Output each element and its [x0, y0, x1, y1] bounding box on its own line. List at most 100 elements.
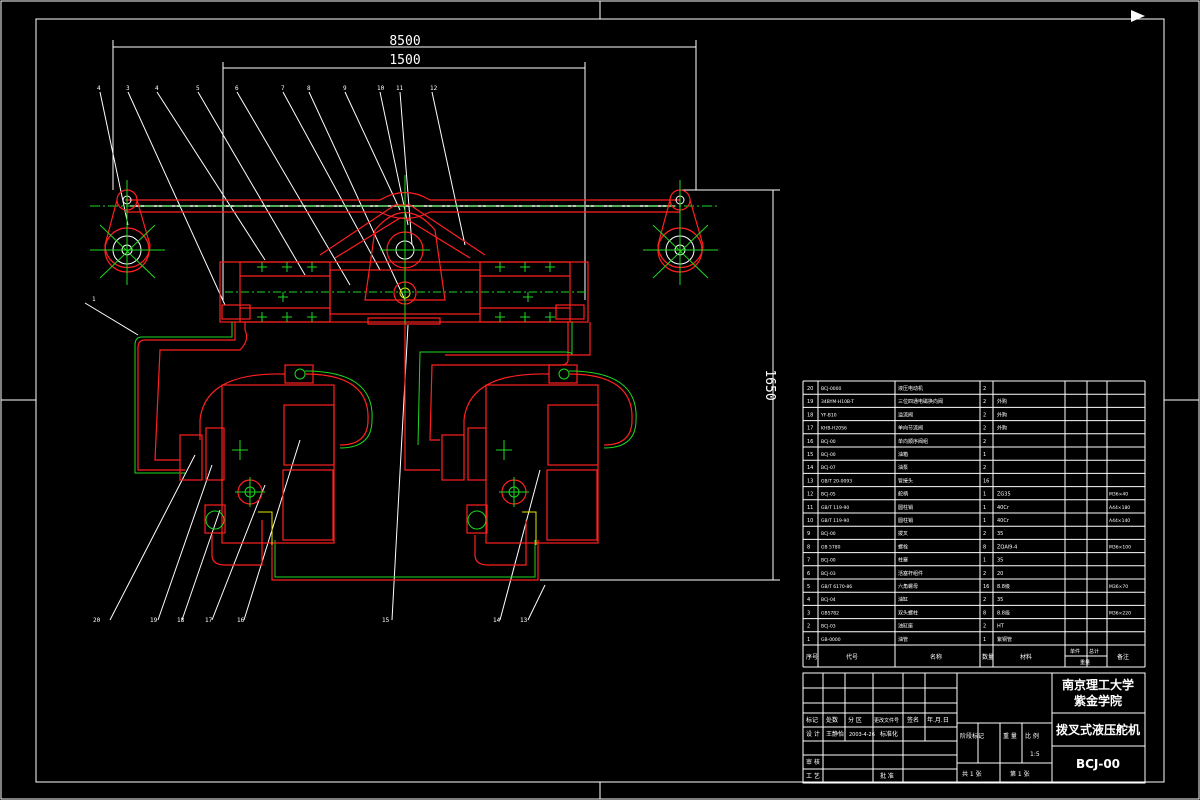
bom-row-name: 油缸座 — [898, 623, 913, 630]
row-label-date: 年.月.日 — [927, 716, 949, 724]
standardization-label: 标准化 — [880, 730, 898, 738]
bom-row-name: 油管 — [898, 636, 908, 643]
bom-row-no: 19 — [807, 399, 813, 405]
bom-row-code: YF-B10 — [820, 412, 837, 418]
bom-row-qty: 8 — [983, 544, 986, 550]
bom-row-no: 7 — [807, 558, 810, 564]
bom-row-no: 9 — [807, 531, 810, 537]
bom-row-code: BCJ-0000 — [821, 386, 842, 392]
bom-row-no: 14 — [807, 465, 813, 471]
bom-row-material: ZQAl9-4 — [997, 544, 1017, 550]
bom-row-qty: 2 — [983, 571, 986, 577]
bom-row-name: 六角螺母 — [898, 583, 918, 590]
bom-header-weight: 重量 — [1080, 659, 1090, 666]
right-rudder-linkage — [643, 180, 718, 285]
bom-row-name: 双头螺柱 — [898, 609, 918, 616]
bom-header-total: 总计 — [1089, 648, 1099, 655]
bom-row-code: 34BYM-H10B-T — [821, 399, 854, 405]
balloon-top-4b: 4 — [155, 85, 159, 92]
bom-row-qty: 2 — [983, 399, 986, 405]
bom-row-name: 活塞杆组件 — [898, 570, 923, 577]
bom-row-code: GB 5780 — [821, 544, 841, 550]
oil-pipes — [134, 322, 591, 581]
bom-row-material: 35 — [997, 531, 1003, 537]
drawing-frame — [0, 0, 1200, 800]
bom-header-no: 序号 — [806, 653, 818, 661]
balloon-13: 13 — [520, 617, 528, 624]
bom-row-qty: 1 — [983, 637, 986, 643]
bom-row-no: 18 — [807, 412, 813, 418]
bom-row-remark: A44×140 — [1109, 518, 1130, 524]
balloon-17: 17 — [205, 617, 213, 624]
bom-row-material: 35 — [997, 597, 1003, 603]
bom-row-material: 外购 — [997, 411, 1007, 418]
balloon-top-9: 9 — [343, 85, 347, 92]
bom-row-no: 2 — [807, 624, 810, 630]
bom-row-no: 10 — [807, 518, 813, 524]
bom-row-code: GB/T 119-90 — [821, 518, 849, 524]
bom-row-remark: M36×40 — [1109, 492, 1128, 498]
balloon-top-3: 3 — [126, 85, 130, 92]
row-label-change: 更改文件号 — [874, 717, 899, 724]
bom-row-remark: A44×180 — [1109, 505, 1130, 511]
bom-row-no: 5 — [807, 584, 810, 590]
bom-row-remark: M36×220 — [1109, 610, 1131, 616]
right-power-unit — [441, 364, 637, 566]
balloon-19: 19 — [150, 617, 158, 624]
bom-row-qty: 1 — [983, 452, 986, 458]
balloon-top-11: 11 — [396, 85, 404, 92]
bom-row-code: KHB-H20S6 — [821, 426, 847, 432]
scale-value: 1:5 — [1030, 751, 1040, 758]
bom-row-code: GB-0000 — [821, 637, 841, 643]
bom-row-name: 油泵 — [898, 464, 908, 471]
bom-row-qty: 2 — [983, 465, 986, 471]
bom-row-qty: 16 — [983, 584, 989, 590]
bom-row-name: 拨叉 — [898, 530, 908, 537]
bom-row-material: 8.8级 — [997, 609, 1010, 616]
bom-row-qty: 2 — [983, 624, 986, 630]
review-label: 审 核 — [806, 758, 820, 766]
bom-row-no: 6 — [807, 571, 810, 577]
balloon-top-7: 7 — [281, 85, 285, 92]
bom-row-material: 外购 — [997, 425, 1007, 432]
bom-row-name: 螺栓 — [898, 543, 908, 550]
bom-row-material: 40Cr — [997, 505, 1010, 511]
scale-label: 比 例 — [1025, 732, 1039, 740]
bom-row-code: GB/T 119-90 — [821, 505, 849, 511]
cad-drawing: 8500 1500 1650 4 3 4 5 6 7 8 9 10 11 12 … — [0, 0, 1200, 800]
stage-mark-label: 阶段标记 — [960, 732, 984, 740]
bom-row-no: 13 — [807, 478, 813, 484]
bom-row-no: 11 — [807, 505, 813, 511]
balloon-15: 15 — [382, 617, 390, 624]
bom-table: 20 BCJ-0000 液压电动机 219 34BYM-H10B-T 三位四通电磁换向阀 2… — [802, 380, 1146, 668]
college-name: 紫金学院 — [1074, 693, 1122, 708]
balloon-16: 16 — [237, 617, 245, 624]
bom-row-name: 液压电动机 — [898, 385, 923, 392]
bom-row-code: BCJ-03 — [821, 624, 836, 630]
balloon-1: 1 — [92, 296, 96, 303]
sheet-total: 共 1 张 — [962, 770, 982, 778]
balloon-top-10: 10 — [377, 85, 385, 92]
bom-row-remark: M36×100 — [1109, 544, 1131, 550]
bom-row-no: 12 — [807, 492, 813, 498]
bom-row-material: 20 — [997, 571, 1003, 577]
dim-1500: 1500 — [389, 53, 420, 68]
bom-row-code: BCJ-03 — [821, 571, 836, 577]
drawing-number: BCJ-00 — [1076, 757, 1120, 771]
row-label-count: 处数 — [826, 716, 838, 724]
bom-row-no: 15 — [807, 452, 813, 458]
balloon-top-12: 12 — [430, 85, 438, 92]
bom-row-no: 17 — [807, 426, 813, 432]
dimension-lines: 8500 1500 1650 — [112, 34, 780, 581]
bom-row-qty: 2 — [983, 597, 986, 603]
bom-row-material: 40Cr — [997, 518, 1010, 524]
balloon-14: 14 — [493, 617, 501, 624]
bom-row-material: 35 — [997, 558, 1003, 564]
bom-row-qty: 2 — [983, 439, 986, 445]
bom-header-remark: 备注 — [1117, 653, 1129, 661]
bom-row-qty: 2 — [983, 531, 986, 537]
bom-row-name: 柱塞 — [898, 557, 908, 564]
design-date: 2003-4-26 — [849, 732, 875, 738]
bom-row-code: BCJ-05 — [821, 492, 836, 498]
bom-row-name: 管接头 — [898, 477, 913, 484]
